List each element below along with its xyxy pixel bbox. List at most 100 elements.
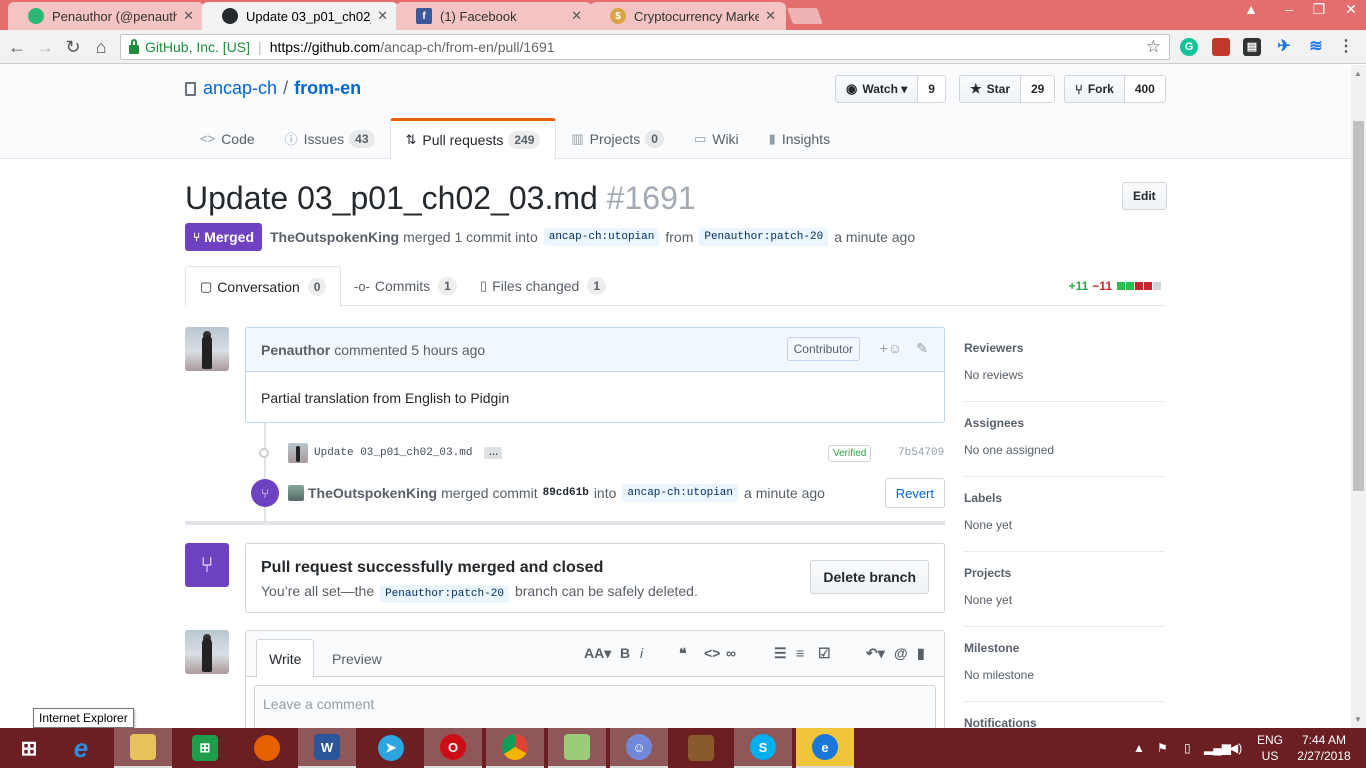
revert-button[interactable]: Revert — [884, 478, 945, 508]
delete-branch-button[interactable]: Delete branch — [810, 560, 929, 594]
network-flag-icon[interactable]: ⚑ — [1157, 728, 1168, 768]
commit-message[interactable]: Update 03_p01_ch02_03.md — [314, 447, 472, 459]
taskbar-word[interactable]: W — [298, 728, 356, 768]
close-tab-icon[interactable]: ✕ — [571, 8, 582, 24]
numbered-list-icon[interactable]: ≡ — [796, 645, 804, 661]
nav-projects[interactable]: ▥ Projects 0 — [556, 118, 679, 159]
watch-button[interactable]: ◉ Watch ▾ — [835, 75, 919, 103]
grammarly-icon[interactable]: G — [1180, 38, 1198, 56]
battery-icon[interactable]: ▯ — [1184, 728, 1191, 768]
avatar-penauthor[interactable] — [185, 327, 229, 371]
scrollbar-thumb[interactable] — [1353, 121, 1364, 491]
tray-overflow-icon[interactable]: ▲ — [1133, 728, 1145, 768]
new-tab-button[interactable] — [787, 8, 823, 24]
taskbar-opera[interactable]: O — [424, 728, 482, 768]
star-button[interactable]: ★ Star — [959, 75, 1021, 103]
nav-wiki[interactable]: ▭ Wiki — [679, 118, 754, 159]
code-icon[interactable]: <> — [704, 645, 720, 661]
taskbar-chrome[interactable] — [486, 728, 544, 768]
close-tab-icon[interactable]: ✕ — [183, 8, 194, 24]
scroll-up-arrow[interactable]: ▲ — [1354, 69, 1362, 78]
browser-tab-facebook[interactable]: f (1) Facebook ✕ — [396, 2, 592, 30]
clock[interactable]: 7:44 AM 2/27/2018 — [1294, 732, 1354, 764]
head-ref[interactable]: Penauthor:patch-20 — [699, 228, 829, 246]
home-icon[interactable]: ⌂ — [90, 36, 112, 58]
taskbar-internet-explorer[interactable]: e — [52, 728, 110, 768]
write-tab[interactable]: Write — [256, 639, 315, 678]
taskbar-telegram[interactable]: ➤ — [362, 728, 420, 768]
link-icon[interactable]: ∞ — [726, 645, 736, 661]
fork-button[interactable]: ⑂ Fork — [1064, 75, 1125, 103]
maximize-icon[interactable]: ❐ — [1304, 0, 1334, 20]
merger-avatar[interactable] — [288, 485, 304, 501]
extension-grid-icon[interactable]: ▤ — [1243, 38, 1261, 56]
base-ref[interactable]: ancap-ch:utopian — [543, 228, 660, 246]
menu-icon[interactable]: ⋮ — [1337, 38, 1355, 56]
close-window-icon[interactable]: ✕ — [1336, 0, 1366, 20]
taskbar-maps[interactable] — [548, 728, 606, 768]
volume-icon[interactable]: ◀) — [1229, 728, 1242, 768]
close-tab-icon[interactable]: ✕ — [377, 8, 388, 24]
taskbar-book[interactable] — [672, 728, 730, 768]
star-count[interactable]: 29 — [1021, 75, 1056, 103]
taskbar-store[interactable]: ⊞ — [176, 728, 234, 768]
bullet-list-icon[interactable]: ☰ — [774, 645, 787, 662]
repo-name-link[interactable]: from-en — [294, 78, 361, 99]
nav-pull-requests[interactable]: ⇅ Pull requests 249 — [389, 118, 557, 160]
back-icon[interactable]: ← — [6, 36, 28, 58]
taskbar-skype[interactable]: S — [734, 728, 792, 768]
address-bar[interactable]: GitHub, Inc. [US] | https://github.com/a… — [120, 34, 1170, 60]
bold-icon[interactable]: B — [620, 645, 630, 661]
reply-icon[interactable]: ↶▾ — [866, 645, 885, 662]
edit-button[interactable]: Edit — [1122, 182, 1167, 210]
extension-red-icon[interactable] — [1212, 38, 1230, 56]
quote-icon[interactable]: ❝ — [679, 645, 687, 662]
sidebar-notifications[interactable]: Notifications — [964, 702, 1165, 728]
extension-plane-icon[interactable]: ✈ — [1275, 38, 1293, 56]
nav-issues[interactable]: ⓘ Issues 43 — [270, 118, 390, 159]
bookmark-icon[interactable]: ▮ — [917, 645, 925, 662]
forward-icon[interactable]: → — [34, 36, 56, 58]
merger-link[interactable]: TheOutspokenKing — [308, 485, 437, 501]
close-tab-icon[interactable]: ✕ — [765, 8, 776, 24]
merge-ref[interactable]: ancap-ch:utopian — [622, 484, 739, 502]
status-ref[interactable]: Penauthor:patch-20 — [380, 585, 509, 603]
add-reaction-icon[interactable]: +☺ — [880, 340, 902, 356]
sidebar-reviewers[interactable]: Reviewers No reviews — [964, 327, 1165, 402]
verified-badge[interactable]: Verified — [828, 444, 872, 462]
tab-conversation[interactable]: ▢ Conversation 0 — [185, 266, 342, 307]
browser-tab-cryptocurrency[interactable]: $ Cryptocurrency Market C ✕ — [590, 2, 786, 30]
sidebar-labels[interactable]: Labels None yet — [964, 477, 1165, 552]
language-indicator[interactable]: ENG US — [1248, 732, 1292, 764]
text-size-icon[interactable]: AA▾ — [584, 645, 611, 662]
taskbar-firefox[interactable] — [238, 728, 296, 768]
tab-commits[interactable]: -o- Commits 1 — [340, 266, 471, 306]
comment-author[interactable]: Penauthor — [261, 342, 330, 358]
sidebar-milestone[interactable]: Milestone No milestone — [964, 627, 1165, 702]
scroll-down-arrow[interactable]: ▼ — [1354, 715, 1362, 724]
sidebar-projects[interactable]: Projects None yet — [964, 552, 1165, 627]
avatar-current-user[interactable] — [185, 630, 229, 674]
mention-icon[interactable]: @ — [894, 645, 908, 661]
reload-icon[interactable]: ↻ — [62, 36, 84, 58]
taskbar-discord[interactable]: ☺ — [610, 728, 668, 768]
watch-count[interactable]: 9 — [918, 75, 946, 103]
tab-files-changed[interactable]: ▯ Files changed 1 — [466, 266, 620, 306]
merge-sha[interactable]: 89cd61b — [543, 487, 589, 499]
commit-author-avatar[interactable] — [288, 443, 308, 463]
sidebar-assignees[interactable]: Assignees No one assigned — [964, 402, 1165, 477]
preview-tab[interactable]: Preview — [320, 639, 394, 678]
merger-link[interactable]: TheOutspokenKing — [270, 229, 399, 245]
repo-owner-link[interactable]: ancap-ch — [203, 78, 277, 99]
comment-textarea[interactable]: Leave a comment — [254, 685, 936, 728]
edit-pencil-icon[interactable]: ✎ — [916, 340, 928, 357]
page-scrollbar[interactable]: ▲ ▼ — [1351, 65, 1366, 728]
bookmark-star-icon[interactable]: ☆ — [1146, 37, 1161, 57]
browser-tab-github-pr[interactable]: Update 03_p01_ch02_03 ✕ — [202, 2, 398, 30]
expand-commit-button[interactable]: … — [484, 447, 503, 459]
task-list-icon[interactable]: ☑ — [818, 645, 831, 662]
signal-icon[interactable]: ▂▄▆ — [1204, 728, 1231, 768]
start-button[interactable]: ⊞ — [0, 728, 58, 768]
fork-count[interactable]: 400 — [1124, 75, 1166, 103]
taskbar-edge[interactable]: e — [796, 728, 854, 768]
